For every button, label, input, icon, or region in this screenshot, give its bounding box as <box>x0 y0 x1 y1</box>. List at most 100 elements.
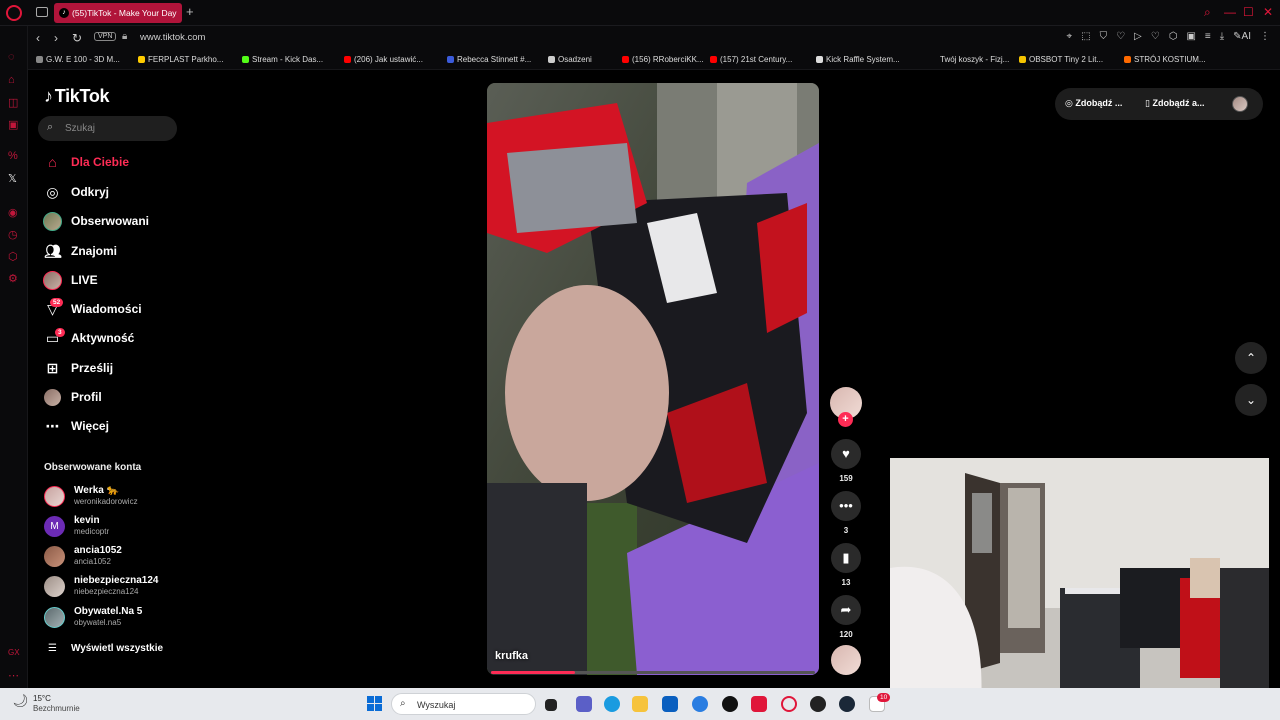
sidebar-history-icon[interactable]: ◷ <box>8 228 18 241</box>
edge-icon[interactable] <box>604 696 620 712</box>
bookmark-item[interactable]: (206) Jak ustawić... <box>344 55 423 64</box>
outlook-icon[interactable] <box>692 696 708 712</box>
app-red-icon[interactable] <box>751 696 767 712</box>
extensions-icon[interactable]: ⬡ <box>1169 31 1178 42</box>
followed-account[interactable]: Werka 🐆 weronikadorowicz <box>44 484 184 510</box>
profile-extension-icon[interactable]: ▣ <box>1186 31 1195 42</box>
play-icon[interactable]: ▷ <box>1134 31 1142 42</box>
bookmark-item[interactable]: Rebecca Stinnett #... <box>447 55 531 64</box>
bookmark-item[interactable]: (156) RRoberciKK... <box>622 55 704 64</box>
bookmark-item[interactable]: STRÓJ KOSTIUM... <box>1124 55 1206 64</box>
snapshot-icon[interactable]: ⬚ <box>1081 31 1090 42</box>
get-coins-button[interactable]: ◎ Zdobądź ... <box>1065 98 1122 109</box>
opera-gx-icon[interactable] <box>810 696 826 712</box>
sidebar-percent-icon[interactable]: % <box>8 150 18 162</box>
heart-icon[interactable]: ♥ <box>831 439 861 469</box>
more-icon: ⋯ <box>45 418 60 434</box>
next-video-button[interactable]: ⌄ <box>1235 384 1267 416</box>
bookmark-item[interactable]: Osadzeni <box>548 55 592 64</box>
bookmark-item[interactable]: Kick Raffle System... <box>816 55 900 64</box>
minimize-button[interactable]: — <box>1224 5 1236 19</box>
like-action[interactable]: ♥ 159 <box>831 439 861 483</box>
comment-icon[interactable]: ••• <box>831 491 861 521</box>
search-tabs-icon[interactable]: ⌕ <box>1204 5 1211 20</box>
followed-account[interactable]: ancia1052 ancia1052 <box>44 544 184 570</box>
tab-list-icon[interactable] <box>36 7 48 17</box>
tab-tiktok[interactable]: ♪ (55)TikTok - Make Your Day <box>54 3 182 23</box>
menu-label: Aktywność <box>71 331 135 345</box>
bookmark-item[interactable]: Stream - Kick Das... <box>242 55 323 64</box>
bookmark-favicon-icon <box>242 56 249 63</box>
followed-account[interactable]: M kevin medicoptr <box>44 514 184 540</box>
search-icon: ⌕ <box>400 698 406 709</box>
bookmark-item[interactable]: (157) 21st Century... <box>710 55 792 64</box>
video-author[interactable]: krufka <box>495 650 528 662</box>
download-icon[interactable]: ⤓ <box>1220 31 1224 42</box>
sidebar-player-icon[interactable]: ◉ <box>8 206 18 219</box>
pin-icon[interactable]: ⌖ <box>1066 31 1072 42</box>
aria-ai-button[interactable]: ✎AI <box>1233 31 1251 42</box>
notification-badge: 10 <box>877 693 891 702</box>
previous-video-button[interactable]: ⌃ <box>1235 342 1267 374</box>
shield-icon[interactable]: ⛉ <box>1100 31 1108 42</box>
url-field[interactable]: www.tiktok.com <box>140 32 205 43</box>
sidebar-settings-icon[interactable]: ⚙ <box>8 272 18 285</box>
steam-icon[interactable] <box>839 696 855 712</box>
bookmark-label: OBSBOT Tiny 2 Lit... <box>1029 55 1104 64</box>
bookmark-heart-icon[interactable]: ♡ <box>1151 31 1160 42</box>
weather-widget[interactable]: 🌙︎ 15°C Bezchmurnie <box>12 693 80 713</box>
back-button[interactable]: ‹ <box>36 31 40 45</box>
tiktok-logo[interactable]: ♪ TikTok <box>44 86 110 107</box>
lock-icon[interactable]: 🔒︎ <box>122 31 127 42</box>
store-icon[interactable] <box>662 696 678 712</box>
video-player[interactable] <box>487 83 819 675</box>
show-all-button[interactable]: ☰ Wyświetl wszystkie <box>48 643 163 654</box>
share-action[interactable]: ➦ 120 <box>831 595 861 639</box>
activity-badge: 3 <box>55 328 65 337</box>
opera-logo-icon[interactable] <box>6 5 22 21</box>
vpn-badge[interactable]: VPN <box>94 32 117 41</box>
close-window-button[interactable]: ✕ <box>1263 5 1273 19</box>
sidebar-instagram-icon[interactable]: ▣ <box>8 118 18 131</box>
sidebar-gx-icon[interactable]: GX <box>8 648 20 657</box>
music-disc-avatar[interactable] <box>831 645 861 675</box>
followed-account[interactable]: Obywatel.Na 5 obywatel.na5 <box>44 605 184 631</box>
bookmark-label: Stream - Kick Das... <box>252 55 324 64</box>
file-explorer-icon[interactable] <box>632 696 648 712</box>
start-button[interactable] <box>367 696 383 712</box>
video-frame <box>487 83 819 675</box>
video-progress-bar[interactable] <box>491 671 815 674</box>
bookmark-item[interactable]: Twój koszyk - Fizj... <box>930 55 1009 64</box>
bookmark-item[interactable]: G.W. E 100 - 3D M... <box>36 55 120 64</box>
reload-button[interactable]: ↻ <box>72 31 82 45</box>
user-avatar[interactable] <box>1232 96 1248 112</box>
taskbar-search[interactable]: ⌕ Wyszukaj <box>391 693 536 715</box>
new-tab-button[interactable]: + <box>186 4 194 19</box>
sidebar-bag-icon[interactable]: ⌂ <box>8 74 15 86</box>
sidebar-aria-icon[interactable]: ◌ <box>8 51 15 63</box>
comment-action[interactable]: ••• 3 <box>831 491 861 535</box>
maximize-button[interactable]: ☐ <box>1243 5 1254 19</box>
share-icon[interactable]: ➦ <box>831 595 861 625</box>
heart-check-icon[interactable]: ♡ <box>1116 31 1125 42</box>
teams-icon[interactable] <box>576 696 592 712</box>
bookmark-item[interactable]: FERPLAST Parkho... <box>138 55 223 64</box>
sidebar-messenger-icon[interactable]: ◫ <box>8 96 18 109</box>
sidebar-more-icon[interactable]: ⋯ <box>8 669 19 682</box>
video-progress-fill <box>491 671 576 674</box>
obs-icon[interactable] <box>722 696 738 712</box>
forward-button[interactable]: › <box>54 31 58 45</box>
follow-plus-button[interactable]: + <box>838 412 853 427</box>
save-action[interactable]: ▮ 13 <box>831 543 861 587</box>
sidebar-extensions-icon[interactable]: ⬡ <box>8 250 18 263</box>
search-input[interactable]: ⌕ Szukaj <box>38 116 177 141</box>
menu-lines-icon[interactable]: ≡ <box>1205 31 1211 42</box>
bookmark-icon[interactable]: ▮ <box>831 543 861 573</box>
get-app-button[interactable]: ▯ Zdobądź a... <box>1145 98 1204 109</box>
bookmark-item[interactable]: OBSBOT Tiny 2 Lit... <box>1019 55 1103 64</box>
followed-account[interactable]: niebezpieczna124 niebezpieczna124 <box>44 574 184 600</box>
task-view-icon[interactable] <box>545 699 557 711</box>
opera-icon[interactable] <box>781 696 797 712</box>
sidebar-x-icon[interactable]: 𝕏 <box>8 172 17 185</box>
more-vertical-icon[interactable]: ⋮ <box>1260 31 1270 42</box>
